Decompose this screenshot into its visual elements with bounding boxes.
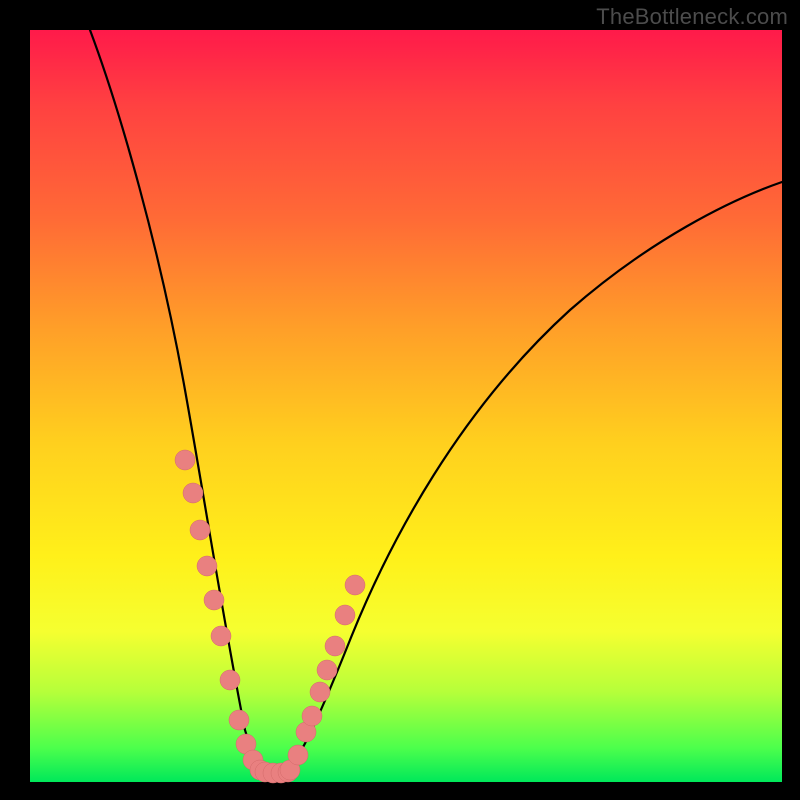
dot: [183, 483, 203, 503]
dot: [211, 626, 231, 646]
watermark-text: TheBottleneck.com: [596, 4, 788, 30]
dot: [302, 706, 322, 726]
dot: [204, 590, 224, 610]
curve-right-path: [286, 182, 782, 772]
curve-left-path: [90, 30, 266, 772]
dot: [317, 660, 337, 680]
dot: [325, 636, 345, 656]
dot: [288, 745, 308, 765]
chart-stage: TheBottleneck.com: [0, 0, 800, 800]
dots-left-group: [175, 450, 270, 780]
dot: [190, 520, 210, 540]
plot-area: [30, 30, 782, 782]
chart-svg: [30, 30, 782, 782]
dot: [197, 556, 217, 576]
dot: [345, 575, 365, 595]
dot: [175, 450, 195, 470]
dot: [220, 670, 240, 690]
dot: [335, 605, 355, 625]
dot: [229, 710, 249, 730]
dot: [310, 682, 330, 702]
dots-right-group: [280, 575, 365, 780]
